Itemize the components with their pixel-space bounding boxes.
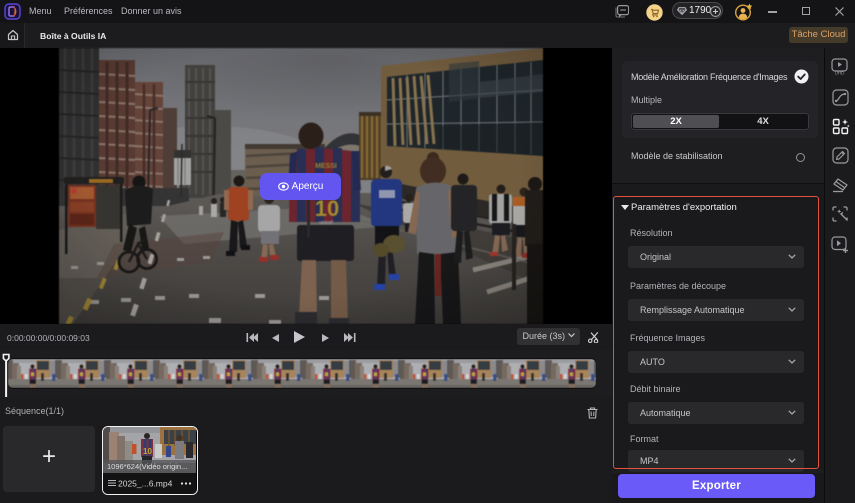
svg-text:1096*624(Vidéo origin...: 1096*624(Vidéo origin... [107,462,187,471]
svg-text:10: 10 [143,447,152,456]
svg-text:UHD: UHD [835,71,845,76]
svg-text:2025_...6.mp4: 2025_...6.mp4 [118,479,173,489]
